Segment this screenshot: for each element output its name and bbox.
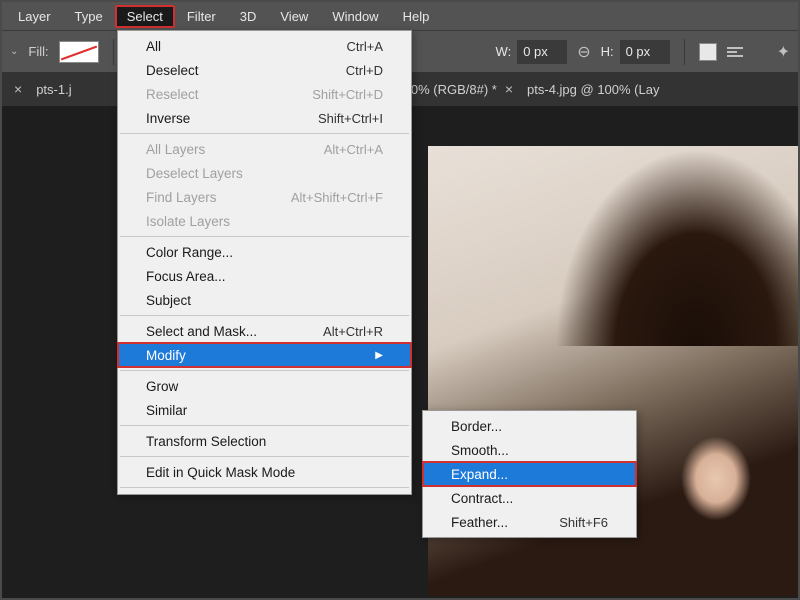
menu-separator — [120, 487, 409, 488]
menu-label: Similar — [146, 403, 187, 418]
menu-shortcut: Shift+Ctrl+I — [318, 111, 383, 126]
menu-all[interactable]: All Ctrl+A — [118, 34, 411, 58]
menu-isolate-layers: Isolate Layers — [118, 209, 411, 233]
menu-shortcut: Alt+Ctrl+R — [323, 324, 383, 339]
menu-view[interactable]: View — [268, 5, 320, 28]
menu-color-range[interactable]: Color Range... — [118, 240, 411, 264]
menu-3d[interactable]: 3D — [228, 5, 269, 28]
menu-grow[interactable]: Grow — [118, 374, 411, 398]
menu-filter[interactable]: Filter — [175, 5, 228, 28]
menu-label: Smooth... — [451, 443, 509, 458]
menu-label: All Layers — [146, 142, 205, 157]
close-icon[interactable]: × — [505, 81, 513, 97]
menu-shortcut: Alt+Shift+Ctrl+F — [291, 190, 383, 205]
menu-separator — [120, 315, 409, 316]
link-icon[interactable]: ⊖ — [577, 42, 590, 62]
menu-inverse[interactable]: Inverse Shift+Ctrl+I — [118, 106, 411, 130]
menubar: Layer Type Select Filter 3D View Window … — [2, 2, 798, 30]
menu-label: Inverse — [146, 111, 190, 126]
width-input[interactable] — [517, 40, 567, 64]
arrange-icon[interactable] — [727, 42, 747, 62]
menu-select[interactable]: Select — [115, 5, 175, 28]
menu-find-layers: Find Layers Alt+Shift+Ctrl+F — [118, 185, 411, 209]
menu-modify[interactable]: Modify ▶ — [118, 343, 411, 367]
menu-label: Grow — [146, 379, 178, 394]
menu-label: Border... — [451, 419, 502, 434]
menu-all-layers: All Layers Alt+Ctrl+A — [118, 137, 411, 161]
menu-separator — [120, 425, 409, 426]
menu-reselect: Reselect Shift+Ctrl+D — [118, 82, 411, 106]
menu-label: Find Layers — [146, 190, 217, 205]
menu-label: Deselect Layers — [146, 166, 243, 181]
height-field: H: — [601, 40, 670, 64]
menu-separator — [120, 456, 409, 457]
width-label: W: — [496, 44, 512, 59]
menu-shortcut: Ctrl+D — [346, 63, 383, 78]
menu-label: Edit in Quick Mask Mode — [146, 465, 295, 480]
menu-label: Select and Mask... — [146, 324, 257, 339]
more-options-icon[interactable]: ✦ — [777, 42, 790, 62]
height-input[interactable] — [620, 40, 670, 64]
menu-label: Color Range... — [146, 245, 233, 260]
menu-help[interactable]: Help — [391, 5, 442, 28]
menu-label: Isolate Layers — [146, 214, 230, 229]
tab-label: pts-4.jpg @ 100% (Lay — [527, 82, 659, 97]
height-label: H: — [601, 44, 614, 59]
menu-type[interactable]: Type — [63, 5, 115, 28]
menu-label: Feather... — [451, 515, 508, 530]
menu-layer[interactable]: Layer — [6, 5, 63, 28]
menu-transform-selection[interactable]: Transform Selection — [118, 429, 411, 453]
separator — [684, 39, 685, 65]
menu-quick-mask[interactable]: Edit in Quick Mask Mode — [118, 460, 411, 484]
menu-separator — [120, 133, 409, 134]
menu-shortcut: Shift+F6 — [559, 515, 608, 530]
menu-label: Focus Area... — [146, 269, 226, 284]
menu-label: Deselect — [146, 63, 199, 78]
menu-separator — [120, 370, 409, 371]
menu-deselect[interactable]: Deselect Ctrl+D — [118, 58, 411, 82]
tab-1[interactable]: pts-1.j — [36, 82, 71, 97]
menu-subject[interactable]: Subject — [118, 288, 411, 312]
submenu-smooth[interactable]: Smooth... — [423, 438, 636, 462]
select-menu-dropdown: All Ctrl+A Deselect Ctrl+D Reselect Shift+C… — [117, 30, 412, 495]
menu-window[interactable]: Window — [320, 5, 390, 28]
fill-swatch[interactable] — [59, 41, 99, 63]
menu-similar[interactable]: Similar — [118, 398, 411, 422]
submenu-expand[interactable]: Expand... — [423, 462, 636, 486]
close-icon[interactable]: × — [14, 81, 22, 97]
tab-0[interactable]: × — [14, 81, 22, 97]
menu-label: Expand... — [451, 467, 508, 482]
tab-label: pts-1.j — [36, 82, 71, 97]
tab-3[interactable]: pts-4.jpg @ 100% (Lay — [527, 82, 659, 97]
separator — [113, 39, 114, 65]
menu-shortcut: Alt+Ctrl+A — [324, 142, 383, 157]
menu-label: Modify — [146, 348, 186, 363]
menu-focus-area[interactable]: Focus Area... — [118, 264, 411, 288]
menu-label: Subject — [146, 293, 191, 308]
menu-label: Contract... — [451, 491, 513, 506]
align-edges-icon[interactable] — [699, 43, 717, 61]
submenu-contract[interactable]: Contract... — [423, 486, 636, 510]
menu-label: Transform Selection — [146, 434, 266, 449]
tool-chevron-icon[interactable]: ⌄ — [10, 46, 18, 57]
submenu-arrow-icon: ▶ — [375, 350, 383, 361]
menu-shortcut: Shift+Ctrl+D — [312, 87, 383, 102]
menu-deselect-layers: Deselect Layers — [118, 161, 411, 185]
menu-shortcut: Ctrl+A — [347, 39, 383, 54]
width-field: W: — [496, 40, 568, 64]
menu-label: Reselect — [146, 87, 199, 102]
fill-label: Fill: — [28, 44, 48, 59]
menu-separator — [120, 236, 409, 237]
submenu-border[interactable]: Border... — [423, 414, 636, 438]
modify-submenu: Border... Smooth... Expand... Contract..… — [422, 410, 637, 538]
menu-select-and-mask[interactable]: Select and Mask... Alt+Ctrl+R — [118, 319, 411, 343]
menu-label: All — [146, 39, 161, 54]
submenu-feather[interactable]: Feather... Shift+F6 — [423, 510, 636, 534]
